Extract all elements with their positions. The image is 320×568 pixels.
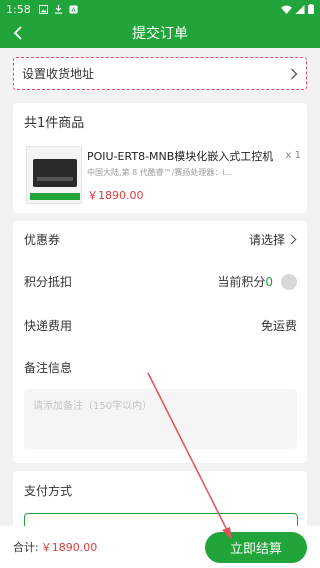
product-qty: x 1 [285,150,301,161]
points-value: 0 [265,274,273,289]
status-right [281,4,314,14]
coupon-value: 请选择 [248,233,285,247]
product-image [33,159,77,187]
signal-icon [295,4,305,14]
bottom-bar: 合计: ￥1890.00 立即结算 [0,526,320,568]
goods-count: 共1件商品 [24,116,85,131]
order-options-card: 优惠券 请选择 积分抵扣 当前积分 0 快递费用 免运费 备注信息 请添加备注（… [13,221,307,463]
points-row: 积分抵扣 当前积分 0 [24,273,297,290]
shipping-label: 快递费用 [24,319,73,333]
product-thumbnail[interactable] [26,146,82,204]
remark-row: 备注信息 [24,359,297,376]
page-title: 提交订单 [132,26,188,42]
chevron-right-icon [291,68,298,79]
chevron-right-icon [290,234,297,245]
chevron-left-icon [13,26,22,40]
product-name[interactable]: POIU-ERT8-MNB模块化嵌入式工控机 [87,148,287,164]
app-icon: A [69,4,78,13]
remark-placeholder: 请添加备注（150字以内） [33,401,153,412]
download-icon [54,4,62,14]
status-bar: 1:58 A [0,0,320,18]
points-prefix: 当前积分 [217,275,266,289]
remark-input[interactable]: 请添加备注（150字以内） [24,389,297,449]
goods-card: 共1件商品 POIU-ERT8-MNB模块化嵌入式工控机 x 1 中国大陆,第 … [13,103,307,213]
address-selector[interactable]: 设置收货地址 [13,57,307,90]
total-label: 合计: [13,541,39,554]
address-label: 设置收货地址 [22,67,95,81]
product-image-tag [30,193,80,200]
coupon-row[interactable]: 优惠券 请选择 [24,231,297,248]
coupon-label: 优惠券 [24,233,61,247]
image-icon [38,4,48,14]
points-toggle[interactable] [281,273,297,290]
shipping-value: 免运费 [260,319,297,333]
nav-bar: 提交订单 [0,18,320,48]
svg-text:A: A [71,6,76,13]
back-button[interactable] [8,23,28,43]
total-amount: ￥1890.00 [40,541,98,554]
wifi-icon [281,4,292,14]
product-spec: 中国大陆,第 8 代酷睿™/赛扬处理器：i… [87,168,233,177]
remark-label: 备注信息 [24,361,73,375]
points-label: 积分抵扣 [24,275,73,289]
product-price: ￥1890.00 [87,189,144,202]
battery-icon [308,4,314,14]
payment-label: 支付方式 [24,484,73,498]
shipping-row: 快递费用 免运费 [24,317,297,334]
status-time: 1:58 [6,2,31,16]
submit-order-button[interactable]: 立即结算 [205,532,307,563]
